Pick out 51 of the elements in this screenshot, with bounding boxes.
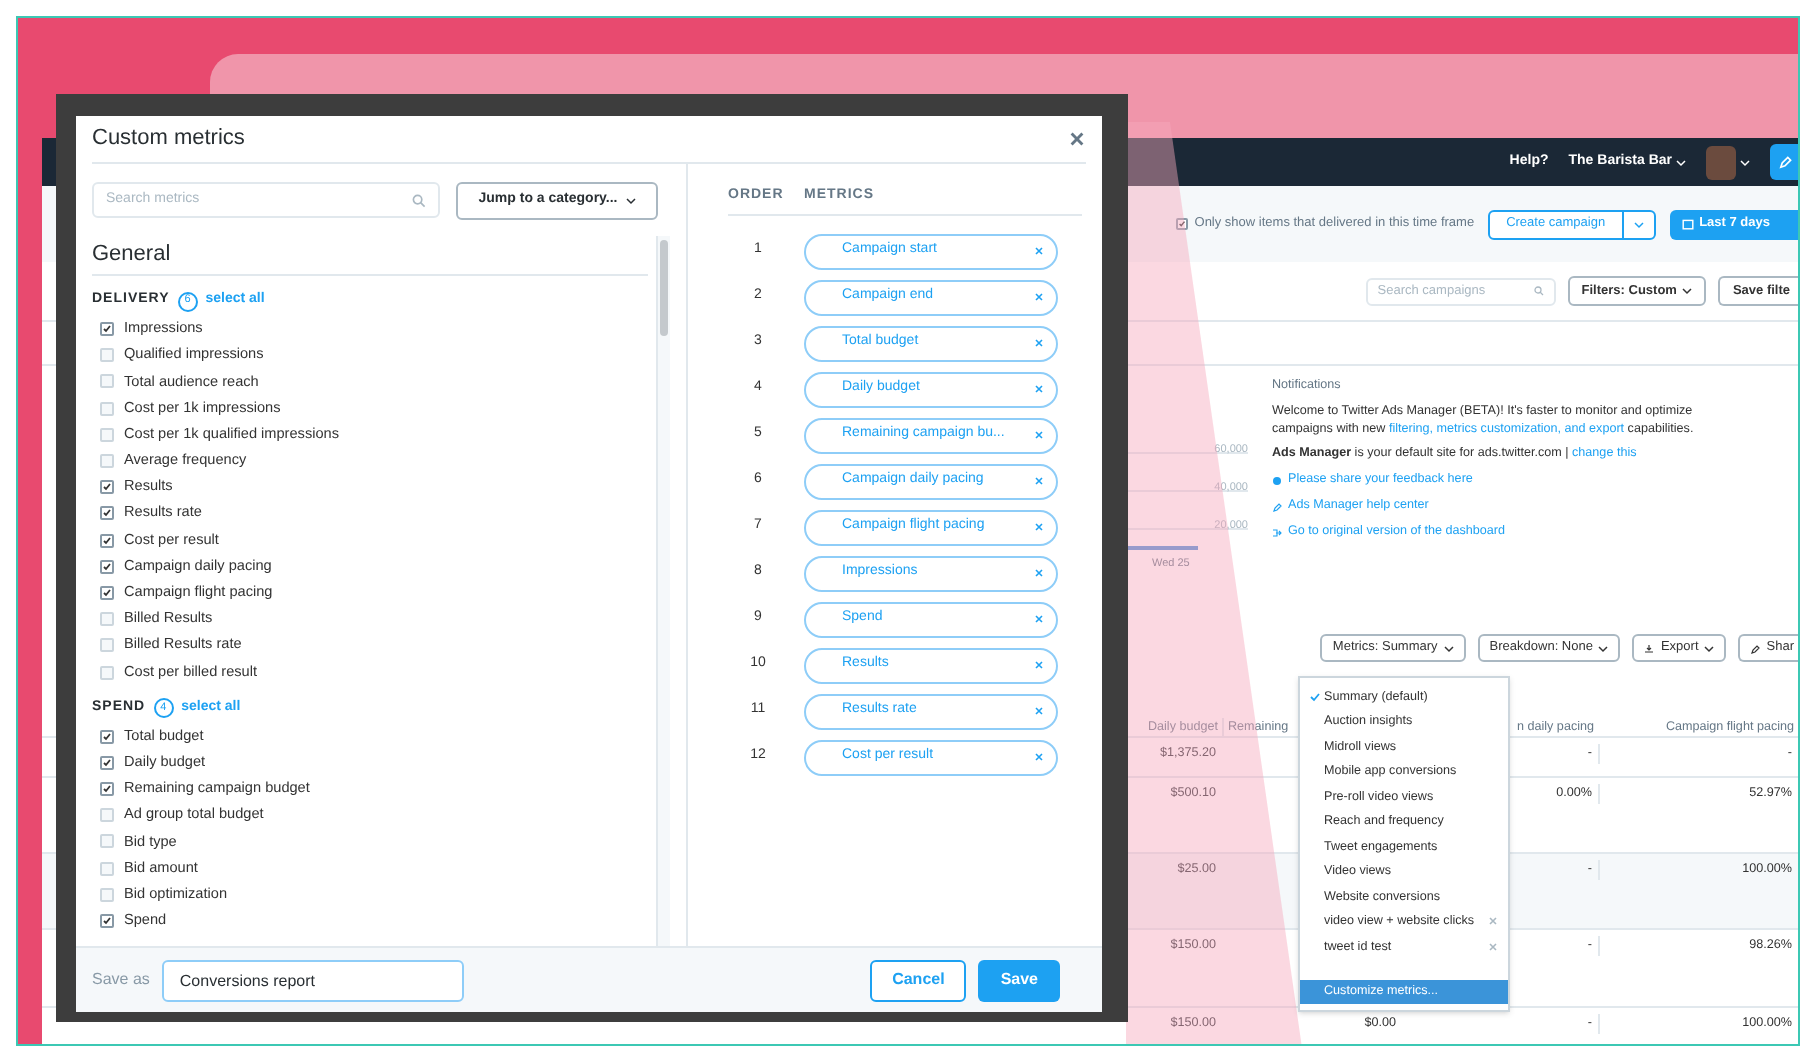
close-button[interactable] — [1068, 130, 1086, 148]
remove-icon — [1034, 292, 1044, 302]
search-icon — [412, 193, 426, 207]
checkbox[interactable] — [100, 480, 114, 495]
field-label: Save as — [92, 968, 150, 992]
caret-icon — [1704, 643, 1715, 653]
remove-icon — [1034, 568, 1044, 578]
pencil-icon — [1272, 501, 1282, 512]
checkbox[interactable] — [100, 585, 114, 600]
caret-icon — [1682, 286, 1693, 296]
chat-bubble-icon — [1272, 476, 1282, 487]
caret-icon — [1676, 157, 1686, 167]
cancel-button[interactable]: Cancel — [870, 959, 967, 1001]
remove-icon — [1034, 384, 1044, 394]
pencil-icon — [1750, 643, 1761, 653]
remove-icon — [1034, 430, 1044, 440]
download-icon — [1644, 643, 1655, 653]
remove-icon — [1034, 614, 1044, 624]
search-icon — [1533, 286, 1544, 296]
scrollbar-thumb[interactable] — [660, 240, 668, 336]
checkbox[interactable] — [100, 322, 114, 337]
remove-icon — [1034, 706, 1044, 716]
section-heading: General — [92, 240, 171, 271]
avatar[interactable] — [1706, 145, 1736, 179]
caret-icon — [1443, 643, 1454, 653]
checkbox[interactable] — [100, 782, 114, 797]
pencil-icon — [1777, 155, 1791, 169]
save-button[interactable]: Save — [978, 959, 1060, 1001]
checkbox[interactable] — [100, 729, 114, 744]
remove-icon — [1034, 338, 1044, 348]
remove-icon — [1034, 660, 1044, 670]
caret-icon — [1633, 219, 1644, 229]
caret-icon — [1740, 157, 1750, 167]
compose-button[interactable] — [1770, 144, 1798, 180]
remove-icon — [1034, 522, 1044, 532]
caret-icon — [1598, 643, 1609, 653]
checkbox[interactable] — [100, 533, 114, 548]
remove-icon — [1034, 476, 1044, 486]
checkbox[interactable] — [100, 559, 114, 574]
close-icon — [1068, 130, 1086, 148]
checkbox[interactable] — [100, 506, 114, 521]
checkbox[interactable] — [100, 914, 114, 929]
checkbox[interactable] — [100, 755, 114, 770]
checkbox[interactable] — [1176, 218, 1189, 230]
remove-icon — [1034, 752, 1044, 762]
remove-icon — [1034, 246, 1044, 256]
dialog-title: Custom metrics — [92, 124, 245, 155]
save-as-field[interactable]: Conversions report — [161, 959, 464, 1001]
caret-icon — [625, 196, 636, 206]
scrollbar[interactable] — [656, 236, 670, 946]
exit-arrow-icon — [1272, 527, 1282, 538]
